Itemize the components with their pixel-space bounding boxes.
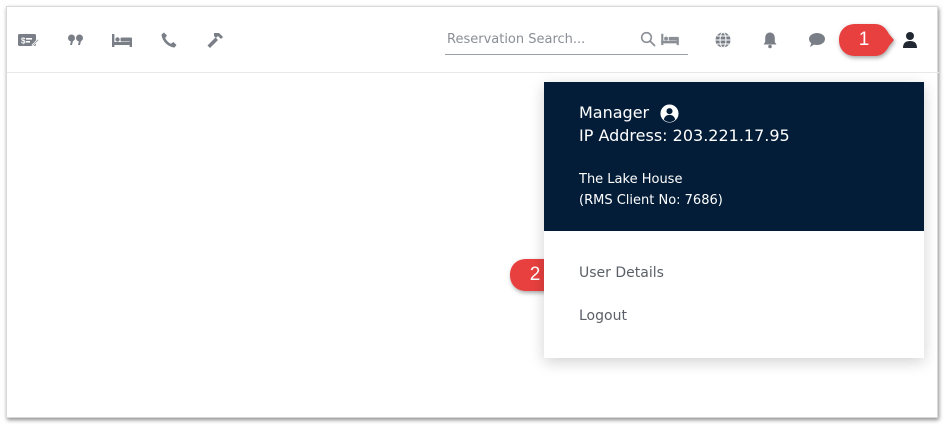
callout-number-2: 2	[529, 264, 541, 285]
callout-number-1: 1	[858, 29, 870, 50]
logout-menu-item[interactable]: Logout	[579, 306, 627, 326]
top-toolbar: $ Reservation Search... 1	[7, 7, 939, 73]
hammer-icon[interactable]	[203, 27, 229, 53]
chat-icon[interactable]	[804, 27, 830, 53]
bell-icon[interactable]	[757, 27, 783, 53]
user-circle-icon	[659, 103, 679, 123]
reservation-search	[445, 25, 688, 55]
money-card-icon[interactable]: $	[15, 27, 41, 53]
app-window: $ Reservation Search... 1 2 Manager IP A…	[6, 6, 939, 418]
reservation-search-input[interactable]	[447, 28, 632, 50]
property-name: The Lake House	[579, 172, 683, 187]
globe-icon[interactable]	[710, 27, 736, 53]
ip-address: IP Address: 203.221.17.95	[579, 126, 790, 145]
svg-text:$: $	[21, 37, 26, 46]
bed-icon[interactable]	[109, 27, 135, 53]
phone-icon[interactable]	[156, 27, 182, 53]
rms-client-number: (RMS Client No: 7686)	[579, 193, 723, 208]
bed-search-icon[interactable]	[659, 28, 681, 50]
user-icon[interactable]	[897, 27, 923, 53]
user-role: Manager	[579, 102, 679, 124]
search-icon[interactable]	[637, 28, 659, 50]
user-role-label: Manager	[579, 103, 650, 122]
callout-marker-1: 1	[837, 22, 895, 58]
user-dropdown-menu: Manager IP Address: 203.221.17.95 The La…	[544, 82, 924, 358]
user-details-menu-item[interactable]: User Details	[579, 263, 664, 283]
quote-icon[interactable]	[63, 27, 89, 53]
user-info-header: Manager IP Address: 203.221.17.95 The La…	[544, 82, 924, 231]
